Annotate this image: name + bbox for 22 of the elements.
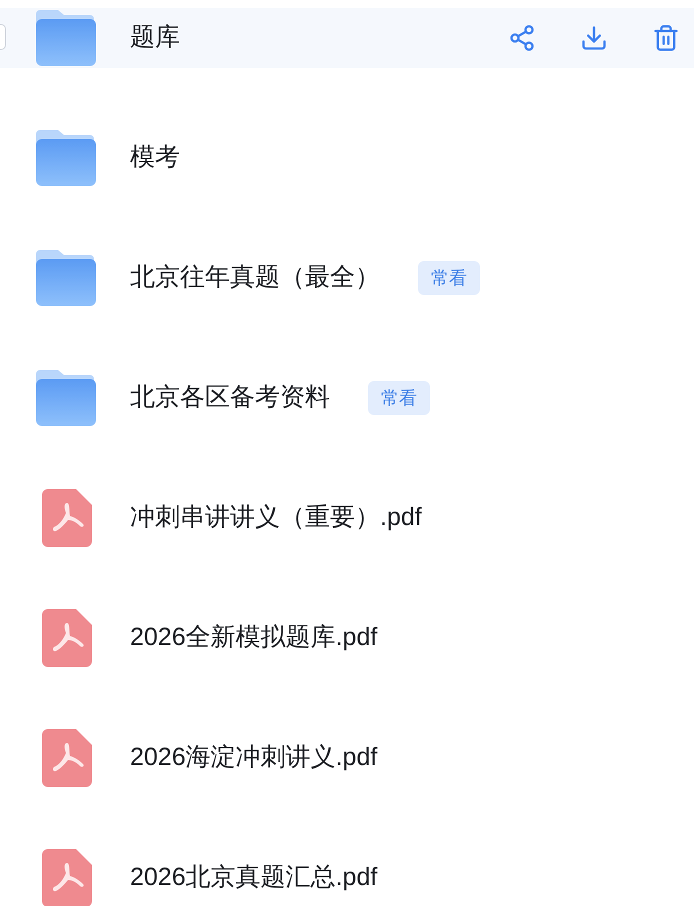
tag: 常看 xyxy=(418,261,480,295)
pdf-file-icon xyxy=(42,849,92,906)
file-name: 北京往年真题（最全） xyxy=(130,262,380,294)
tag: 常看 xyxy=(368,381,430,415)
pdf-file-icon xyxy=(42,609,92,667)
folder-icon xyxy=(36,10,96,66)
file-name: 冲刺串讲讲义（重要）.pdf xyxy=(130,502,422,534)
file-name: 2026北京真题汇总.pdf xyxy=(130,862,378,894)
share-button[interactable] xyxy=(508,24,536,52)
file-name: 模考 xyxy=(130,142,180,174)
file-name: 题库 xyxy=(130,22,180,54)
file-name: 2026全新模拟题库.pdf xyxy=(130,622,378,654)
folder-icon xyxy=(36,370,96,426)
file-row[interactable]: 题库 xyxy=(0,8,694,68)
folder-icon xyxy=(36,130,96,186)
folder-icon xyxy=(36,250,96,306)
delete-button[interactable] xyxy=(652,24,680,52)
file-name: 2026海淀冲刺讲义.pdf xyxy=(130,742,378,774)
pdf-file-icon xyxy=(42,729,92,787)
file-name: 北京各区备考资料 xyxy=(130,382,330,414)
download-button[interactable] xyxy=(580,24,608,52)
pdf-file-icon xyxy=(42,489,92,547)
